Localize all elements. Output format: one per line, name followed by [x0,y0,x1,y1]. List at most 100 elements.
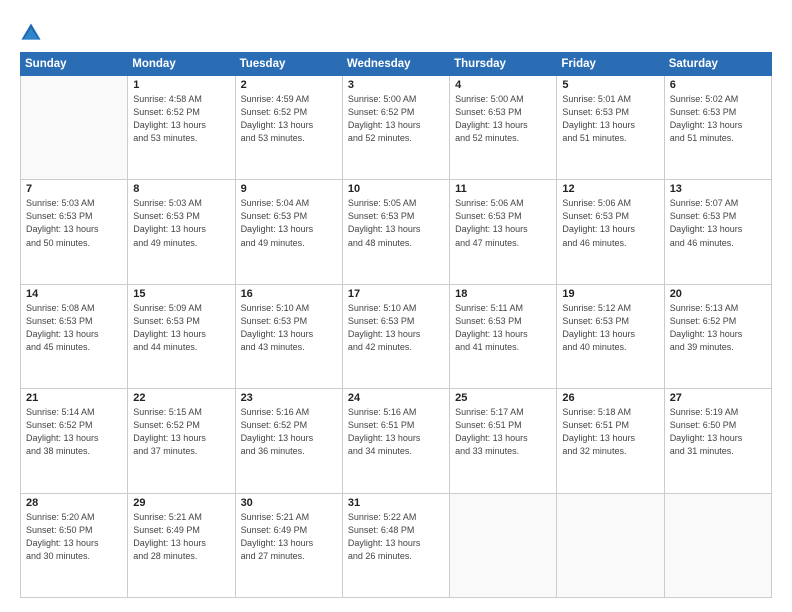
calendar-cell: 28 Sunrise: 5:20 AM Sunset: 6:50 PM Dayli… [21,493,128,597]
day-info: Sunrise: 5:09 AM Sunset: 6:53 PM Dayligh… [133,302,229,354]
day-number: 2 [241,79,337,91]
calendar-cell: 31Sunrise: 5:22 AM Sunset: 6:48 PM Dayli… [342,493,449,597]
calendar-cell: 4Sunrise: 5:00 AM Sunset: 6:53 PM Daylig… [450,76,557,180]
day-number: 12 [562,183,658,195]
day-number: 20 [670,288,766,300]
calendar-week-row: 7 Sunrise: 5:03 AM Sunset: 6:53 PM Daylig… [21,180,772,284]
day-number: 3 [348,79,444,91]
calendar-cell [21,76,128,180]
day-number: 19 [562,288,658,300]
day-number: 26 [562,392,658,404]
day-number: 17 [348,288,444,300]
day-number: 11 [455,183,551,195]
calendar-cell: 11 Sunrise: 5:06 AM Sunset: 6:53 PM Dayli… [450,180,557,284]
day-info: Sunrise: 5:10 AM Sunset: 6:53 PM Dayligh… [348,302,444,354]
calendar-cell: 18 Sunrise: 5:11 AM Sunset: 6:53 PM Dayli… [450,284,557,388]
day-number: 14 [26,288,122,300]
day-number: 8 [133,183,229,195]
calendar-header-row: SundayMondayTuesdayWednesdayThursdayFrid… [21,53,772,76]
calendar-cell: 7Sunrise: 5:03 AM Sunset: 6:53 PM Daylig… [21,180,128,284]
calendar-cell: 20 Sunrise: 5:13 AM Sunset: 6:52 PM Dayli… [664,284,771,388]
day-info: Sunrise: 5:18 AM Sunset: 6:51 PM Dayligh… [562,406,658,458]
calendar-cell: 1 Sunrise: 4:58 AM Sunset: 6:52 PM Daylig… [128,76,235,180]
calendar-cell: 13Sunrise: 5:07 AM Sunset: 6:53 PM Dayli… [664,180,771,284]
day-info: Sunrise: 5:14 AM Sunset: 6:52 PM Dayligh… [26,406,122,458]
day-info: Sunrise: 5:12 AM Sunset: 6:53 PM Dayligh… [562,302,658,354]
day-number: 13 [670,183,766,195]
day-number: 16 [241,288,337,300]
day-info: Sunrise: 5:15 AM Sunset: 6:52 PM Dayligh… [133,406,229,458]
calendar-cell: 19 Sunrise: 5:12 AM Sunset: 6:53 PM Dayli… [557,284,664,388]
day-info: Sunrise: 5:13 AM Sunset: 6:52 PM Dayligh… [670,302,766,354]
calendar-weekday-header: Thursday [450,53,557,76]
day-info: Sunrise: 5:04 AM Sunset: 6:53 PM Dayligh… [241,197,337,249]
day-number: 6 [670,79,766,91]
calendar-cell: 12 Sunrise: 5:06 AM Sunset: 6:53 PM Dayli… [557,180,664,284]
calendar-table: SundayMondayTuesdayWednesdayThursdayFrid… [20,52,772,598]
day-info: Sunrise: 5:16 AM Sunset: 6:52 PM Dayligh… [241,406,337,458]
day-number: 27 [670,392,766,404]
logo-icon [20,22,42,44]
day-info: Sunrise: 5:00 AM Sunset: 6:52 PM Dayligh… [348,93,444,145]
calendar-cell: 10 Sunrise: 5:05 AM Sunset: 6:53 PM Dayli… [342,180,449,284]
calendar-cell: 29 Sunrise: 5:21 AM Sunset: 6:49 PM Dayli… [128,493,235,597]
day-info: Sunrise: 5:00 AM Sunset: 6:53 PM Dayligh… [455,93,551,145]
day-number: 9 [241,183,337,195]
day-number: 15 [133,288,229,300]
day-info: Sunrise: 5:20 AM Sunset: 6:50 PM Dayligh… [26,511,122,563]
day-number: 18 [455,288,551,300]
calendar-cell: 8 Sunrise: 5:03 AM Sunset: 6:53 PM Daylig… [128,180,235,284]
logo [20,22,46,44]
calendar-weekday-header: Tuesday [235,53,342,76]
calendar-weekday-header: Saturday [664,53,771,76]
day-info: Sunrise: 5:10 AM Sunset: 6:53 PM Dayligh… [241,302,337,354]
day-info: Sunrise: 5:16 AM Sunset: 6:51 PM Dayligh… [348,406,444,458]
calendar-cell: 17 Sunrise: 5:10 AM Sunset: 6:53 PM Dayli… [342,284,449,388]
calendar-week-row: 21 Sunrise: 5:14 AM Sunset: 6:52 PM Dayli… [21,389,772,493]
day-number: 28 [26,497,122,509]
day-number: 24 [348,392,444,404]
calendar-week-row: 14Sunrise: 5:08 AM Sunset: 6:53 PM Dayli… [21,284,772,388]
calendar-cell: 25 Sunrise: 5:17 AM Sunset: 6:51 PM Dayli… [450,389,557,493]
calendar-cell [557,493,664,597]
day-number: 25 [455,392,551,404]
day-number: 23 [241,392,337,404]
calendar-weekday-header: Wednesday [342,53,449,76]
calendar-cell [450,493,557,597]
day-info: Sunrise: 5:02 AM Sunset: 6:53 PM Dayligh… [670,93,766,145]
calendar-weekday-header: Sunday [21,53,128,76]
day-number: 22 [133,392,229,404]
day-info: Sunrise: 5:21 AM Sunset: 6:49 PM Dayligh… [241,511,337,563]
calendar-cell: 15 Sunrise: 5:09 AM Sunset: 6:53 PM Dayli… [128,284,235,388]
day-info: Sunrise: 5:03 AM Sunset: 6:53 PM Dayligh… [133,197,229,249]
calendar-cell [664,493,771,597]
day-info: Sunrise: 5:11 AM Sunset: 6:53 PM Dayligh… [455,302,551,354]
day-number: 30 [241,497,337,509]
calendar-week-row: 28 Sunrise: 5:20 AM Sunset: 6:50 PM Dayli… [21,493,772,597]
header [20,18,772,44]
day-number: 10 [348,183,444,195]
day-info: Sunrise: 5:05 AM Sunset: 6:53 PM Dayligh… [348,197,444,249]
day-info: Sunrise: 5:17 AM Sunset: 6:51 PM Dayligh… [455,406,551,458]
calendar-cell: 23 Sunrise: 5:16 AM Sunset: 6:52 PM Dayli… [235,389,342,493]
day-info: Sunrise: 5:22 AM Sunset: 6:48 PM Dayligh… [348,511,444,563]
calendar-cell: 21 Sunrise: 5:14 AM Sunset: 6:52 PM Dayli… [21,389,128,493]
calendar-cell: 24 Sunrise: 5:16 AM Sunset: 6:51 PM Dayli… [342,389,449,493]
day-info: Sunrise: 5:01 AM Sunset: 6:53 PM Dayligh… [562,93,658,145]
day-info: Sunrise: 5:06 AM Sunset: 6:53 PM Dayligh… [562,197,658,249]
page: SundayMondayTuesdayWednesdayThursdayFrid… [0,0,792,612]
calendar-week-row: 1 Sunrise: 4:58 AM Sunset: 6:52 PM Daylig… [21,76,772,180]
day-info: Sunrise: 5:06 AM Sunset: 6:53 PM Dayligh… [455,197,551,249]
day-info: Sunrise: 5:21 AM Sunset: 6:49 PM Dayligh… [133,511,229,563]
day-info: Sunrise: 4:58 AM Sunset: 6:52 PM Dayligh… [133,93,229,145]
calendar-cell: 6 Sunrise: 5:02 AM Sunset: 6:53 PM Daylig… [664,76,771,180]
calendar-cell: 22 Sunrise: 5:15 AM Sunset: 6:52 PM Dayli… [128,389,235,493]
day-number: 7 [26,183,122,195]
day-number: 21 [26,392,122,404]
day-info: Sunrise: 4:59 AM Sunset: 6:52 PM Dayligh… [241,93,337,145]
calendar-cell: 9 Sunrise: 5:04 AM Sunset: 6:53 PM Daylig… [235,180,342,284]
day-number: 1 [133,79,229,91]
day-number: 29 [133,497,229,509]
calendar-cell: 14Sunrise: 5:08 AM Sunset: 6:53 PM Dayli… [21,284,128,388]
calendar-cell: 16 Sunrise: 5:10 AM Sunset: 6:53 PM Dayli… [235,284,342,388]
